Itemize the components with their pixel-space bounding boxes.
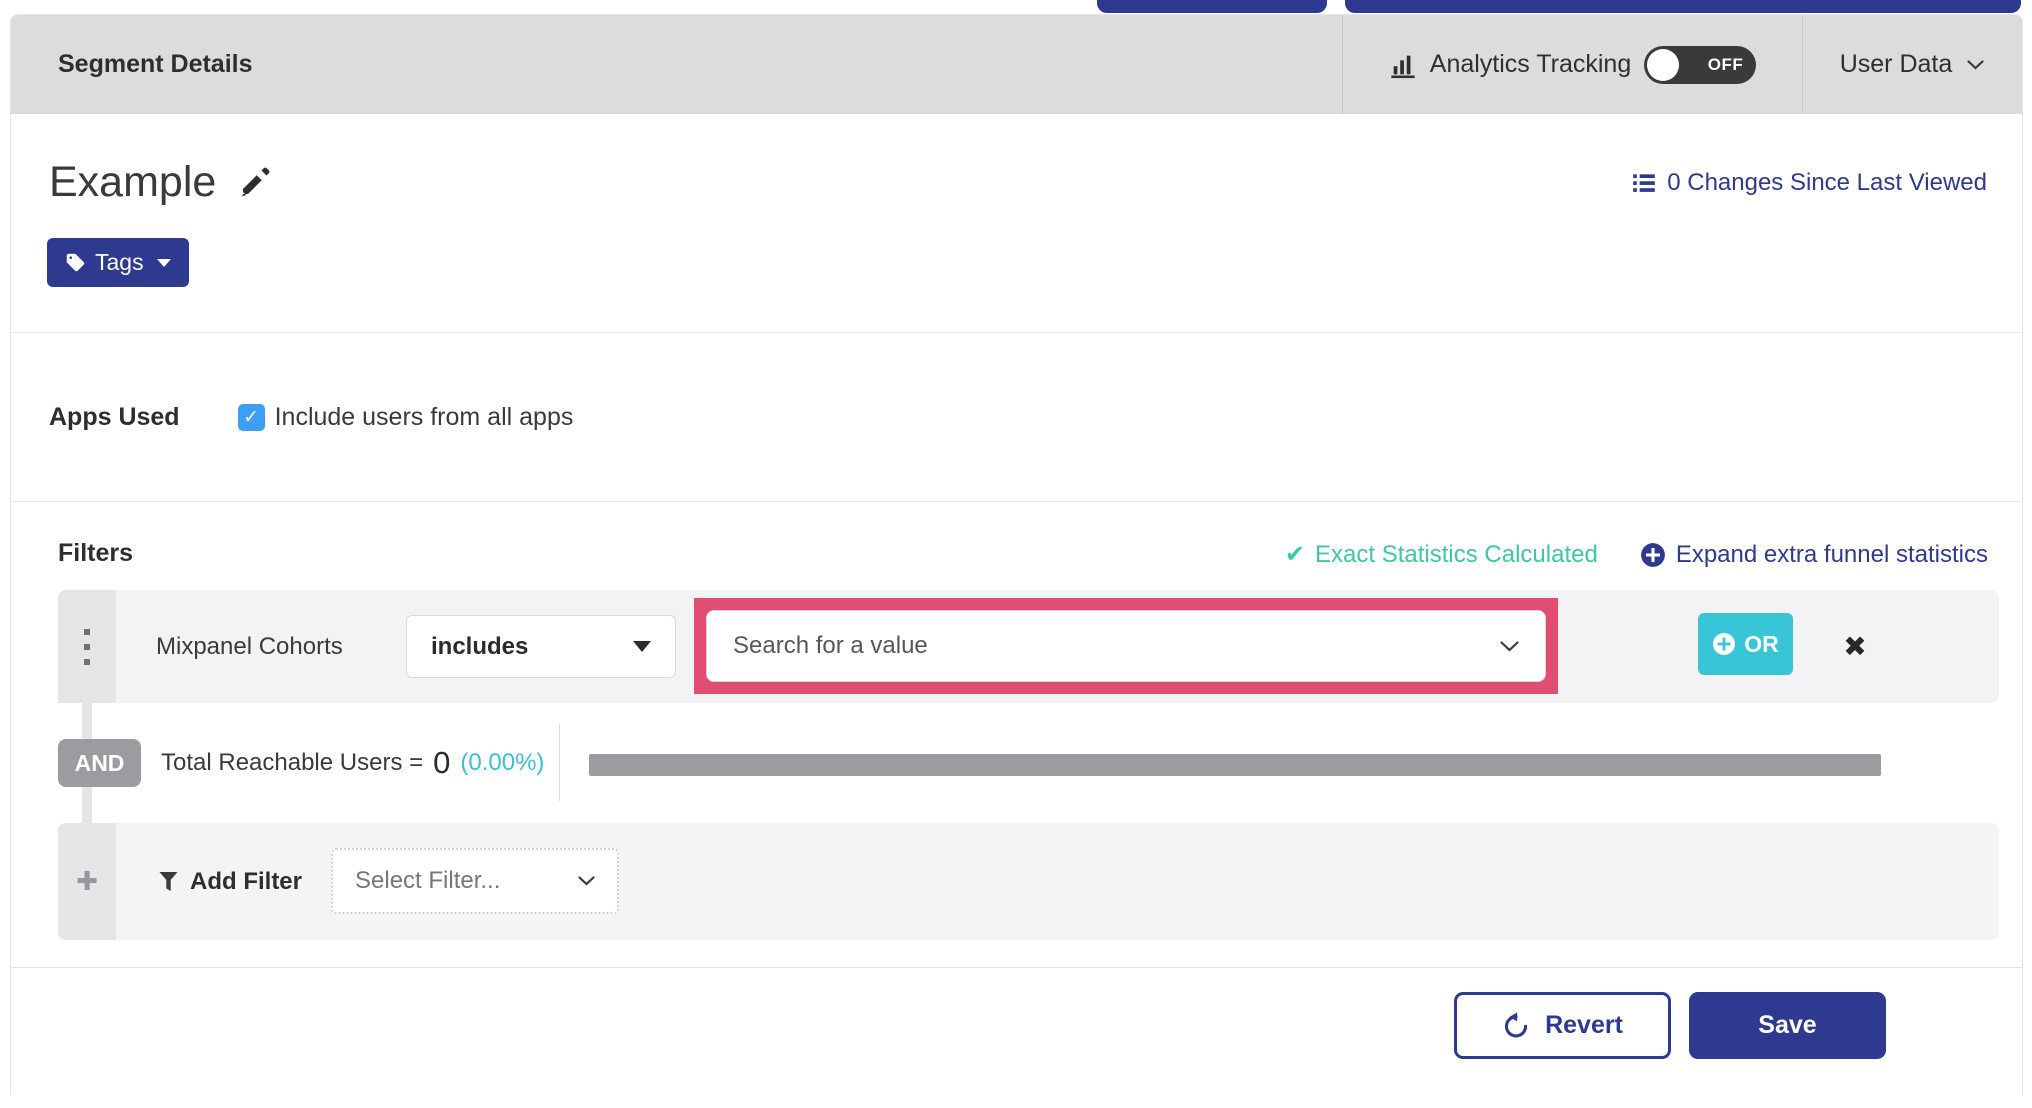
operator-select[interactable]: includes [406, 615, 676, 678]
total-reachable-users: Total Reachable Users = 0 (0.00%) [161, 739, 544, 787]
reachable-users-progressbar [589, 754, 1881, 776]
list-icon [1633, 174, 1656, 192]
top-cutoff-button-2[interactable] [1345, 0, 2021, 13]
operator-value: includes [431, 632, 529, 660]
include-all-apps-checkbox[interactable]: ✓ [237, 403, 265, 431]
plus-icon: ✚ [76, 866, 98, 896]
total-reachable-label: Total Reachable Users = [161, 749, 424, 776]
checkmark-icon: ✓ [243, 406, 260, 428]
add-filter-row: ✚ Add Filter Select Filter... [58, 823, 1999, 940]
close-icon: ✖ [1843, 631, 1867, 662]
value-select[interactable]: Search for a value [706, 610, 1546, 682]
select-filter-placeholder: Select Filter... [355, 867, 501, 894]
include-all-apps-label: Include users from all apps [274, 402, 574, 431]
chevron-down-icon [1500, 640, 1519, 652]
chevron-down-icon [1967, 59, 1984, 70]
tags-label: Tags [95, 249, 144, 275]
vertical-divider [559, 724, 560, 801]
segment-name: Example [49, 158, 217, 206]
revert-label: Revert [1545, 1011, 1623, 1039]
toggle-state-label: OFF [1707, 54, 1744, 74]
segment-details-panel: Segment Details Analytics Tracking OFF U… [10, 14, 2023, 1101]
chevron-down-icon [578, 876, 595, 886]
save-button[interactable]: Save [1689, 992, 1886, 1059]
and-badge: AND [58, 739, 141, 787]
filters-heading: Filters [58, 539, 134, 567]
bar-chart-icon [1391, 55, 1415, 78]
edit-pencil-icon[interactable] [238, 167, 270, 199]
segment-title-row: Example [49, 158, 270, 207]
top-cutoff-button-1[interactable] [1097, 0, 1327, 13]
panel-header: Segment Details Analytics Tracking OFF U… [11, 15, 2022, 114]
changes-link-label: 0 Changes Since Last Viewed [1667, 169, 1987, 196]
apps-used-section: Apps Used ✓ Include users from all apps [11, 332, 2022, 501]
panel-title: Segment Details [58, 50, 253, 78]
analytics-toggle[interactable]: OFF [1644, 45, 1757, 84]
or-button[interactable]: OR [1698, 613, 1793, 675]
check-icon: ✔ [1284, 541, 1306, 568]
circle-plus-icon [1713, 633, 1736, 655]
tags-button[interactable]: Tags [47, 238, 189, 287]
add-filter-label-row: Add Filter [158, 823, 302, 940]
toggle-knob [1647, 48, 1680, 81]
expand-funnel-statistics-label: Expand extra funnel statistics [1675, 540, 1988, 568]
circle-plus-icon [1640, 542, 1665, 567]
drag-dot [84, 658, 90, 665]
filters-section: Filters ✔ Exact Statistics Calculated Ex… [11, 501, 2022, 968]
add-filter-plus-button[interactable]: ✚ [58, 823, 116, 940]
total-reachable-value: 0 [433, 745, 451, 780]
total-reachable-percent: (0.00%) [460, 749, 545, 776]
expand-funnel-statistics-link[interactable]: Expand extra funnel statistics [1640, 541, 1988, 569]
value-placeholder: Search for a value [733, 632, 928, 659]
triangle-down-icon [633, 641, 651, 652]
analytics-tracking-label: Analytics Tracking [1429, 50, 1632, 78]
undo-icon [1504, 1012, 1528, 1038]
user-data-dropdown[interactable]: User Data [1802, 15, 2022, 114]
user-data-label: User Data [1839, 50, 1953, 78]
drag-dot [84, 628, 90, 635]
page: Segment Details Analytics Tracking OFF U… [0, 0, 2032, 1108]
funnel-icon [159, 871, 178, 892]
select-filter-dropdown[interactable]: Select Filter... [331, 848, 619, 914]
revert-button[interactable]: Revert [1454, 992, 1671, 1059]
save-label: Save [1758, 1011, 1817, 1039]
filter-field-label: Mixpanel Cohorts [156, 632, 343, 660]
remove-filter-button[interactable]: ✖ [1820, 590, 1890, 703]
or-label: OR [1744, 630, 1779, 657]
add-filter-label: Add Filter [190, 867, 302, 895]
drag-handle[interactable] [58, 590, 116, 703]
analytics-tracking-control: Analytics Tracking OFF [1343, 15, 1802, 114]
footer: Revert Save [11, 967, 2022, 1101]
filters-status-row: ✔ Exact Statistics Calculated Expand ext… [1285, 540, 1988, 569]
exact-statistics-label: Exact Statistics Calculated [1315, 540, 1598, 568]
changes-since-last-viewed-link[interactable]: 0 Changes Since Last Viewed [1631, 169, 1987, 197]
exact-statistics-status: ✔ Exact Statistics Calculated [1285, 540, 1598, 569]
value-select-highlight: Search for a value [694, 598, 1558, 694]
drag-dot [84, 643, 90, 650]
filter-row: Mixpanel Cohorts includes Search for a v… [58, 590, 1999, 703]
caret-down-icon [156, 258, 171, 267]
tag-icon [66, 253, 85, 272]
segment-name-section: Example 0 Changes Since Last Viewed Tags [11, 114, 2022, 332]
apps-used-label: Apps Used [49, 402, 180, 431]
